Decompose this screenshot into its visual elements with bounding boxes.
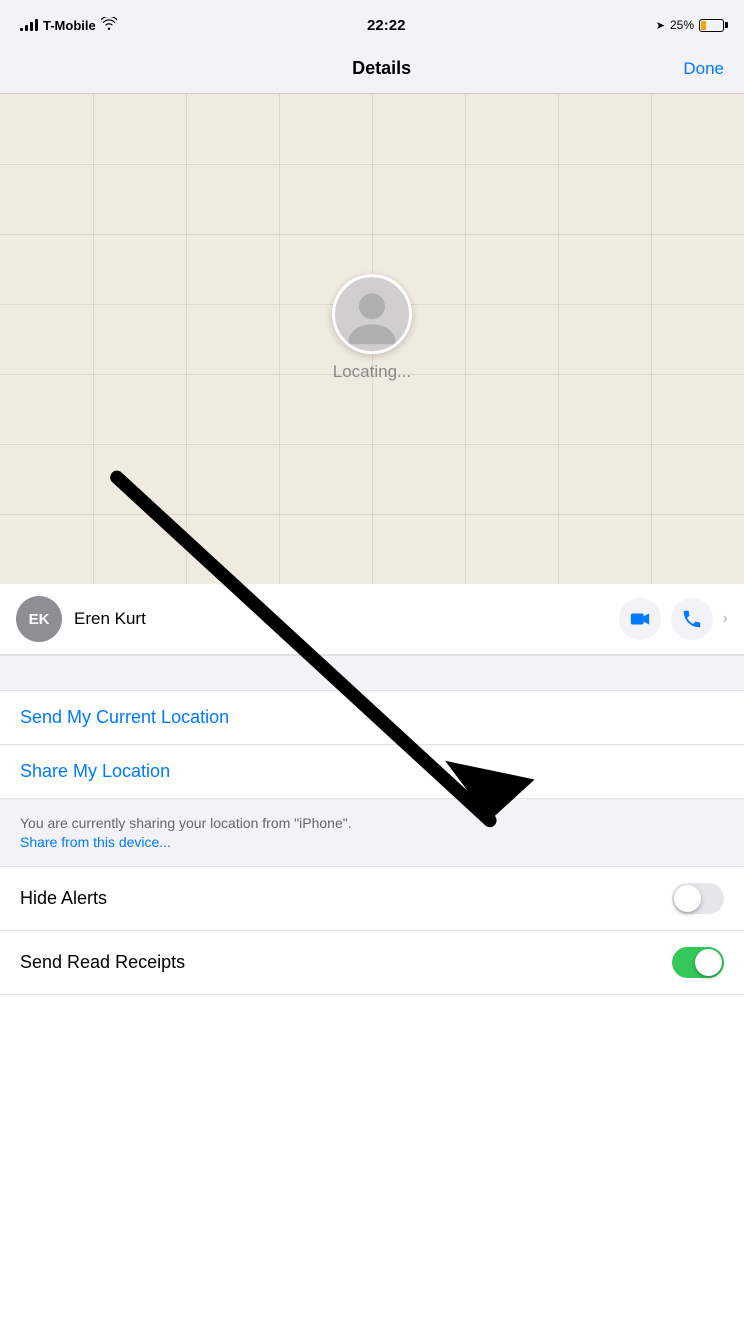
battery-fill [701, 21, 706, 30]
send-read-receipts-toggle[interactable] [672, 947, 724, 978]
carrier-label: T-Mobile [43, 18, 96, 33]
nav-bar: Details Done [0, 44, 744, 94]
share-my-location-label: Share My Location [20, 761, 170, 782]
location-arrow-icon: ➤ [656, 19, 665, 32]
send-current-location-item[interactable]: Send My Current Location [0, 691, 744, 745]
status-right: ➤ 25% [656, 18, 724, 32]
hide-alerts-thumb [674, 885, 701, 912]
map-avatar [332, 274, 412, 354]
signal-bars [20, 19, 38, 31]
status-bar: T-Mobile 22:22 ➤ 25% [0, 0, 744, 44]
hide-alerts-label: Hide Alerts [20, 888, 107, 909]
phone-call-button[interactable] [671, 598, 713, 640]
chevron-right-icon: › [723, 610, 728, 628]
video-call-button[interactable] [619, 598, 661, 640]
send-read-receipts-row: Send Read Receipts [0, 931, 744, 995]
map-area: Locating... [0, 94, 744, 584]
done-button[interactable]: Done [683, 59, 724, 79]
share-from-device-link[interactable]: Share from this device... [20, 834, 171, 850]
location-sharing-info-box: You are currently sharing your location … [0, 799, 744, 867]
map-avatar-container: Locating... [332, 274, 412, 382]
page-wrapper: T-Mobile 22:22 ➤ 25% Details [0, 0, 744, 995]
send-read-receipts-label: Send Read Receipts [20, 952, 185, 973]
send-current-location-label: Send My Current Location [20, 707, 229, 728]
contact-row: EK Eren Kurt › [0, 584, 744, 655]
hide-alerts-row: Hide Alerts [0, 867, 744, 931]
hide-alerts-toggle[interactable] [672, 883, 724, 914]
battery-indicator [699, 19, 724, 32]
info-box-text: You are currently sharing your location … [20, 815, 352, 831]
status-left: T-Mobile [20, 17, 117, 33]
section-separator-1 [0, 655, 744, 691]
send-read-receipts-thumb [695, 949, 722, 976]
contact-avatar: EK [16, 596, 62, 642]
locating-text: Locating... [333, 362, 411, 382]
wifi-icon [101, 17, 117, 33]
battery-icon [699, 19, 724, 32]
nav-title: Details [352, 58, 411, 79]
battery-pct-label: 25% [670, 18, 694, 32]
share-my-location-item[interactable]: Share My Location [0, 745, 744, 799]
contact-actions: › [619, 598, 728, 640]
status-time: 22:22 [367, 17, 405, 34]
contact-name: Eren Kurt [74, 609, 607, 629]
contact-initials: EK [29, 611, 50, 628]
